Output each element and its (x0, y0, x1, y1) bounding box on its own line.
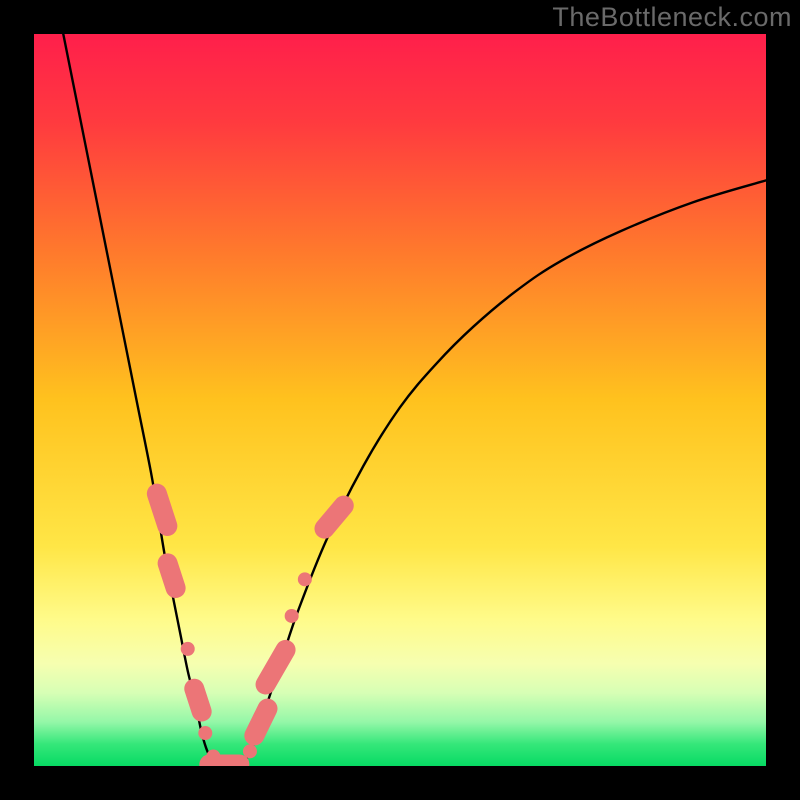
marker-dot (243, 744, 257, 758)
plot-area (34, 34, 766, 766)
marker-dot (298, 572, 312, 586)
marker-pill (324, 506, 343, 529)
marker-pill (266, 650, 286, 685)
bottleneck-chart (34, 34, 766, 766)
marker-pill (254, 709, 267, 736)
marker-dot (181, 642, 195, 656)
outer-frame: TheBottleneck.com (0, 0, 800, 800)
marker-pill (168, 563, 176, 588)
marker-group (157, 494, 344, 766)
bottleneck-curve (63, 34, 766, 766)
marker-pill (194, 689, 201, 712)
marker-dot (285, 609, 299, 623)
marker-dot (198, 726, 212, 740)
watermark-text: TheBottleneck.com (552, 2, 792, 33)
marker-pill (157, 494, 168, 526)
